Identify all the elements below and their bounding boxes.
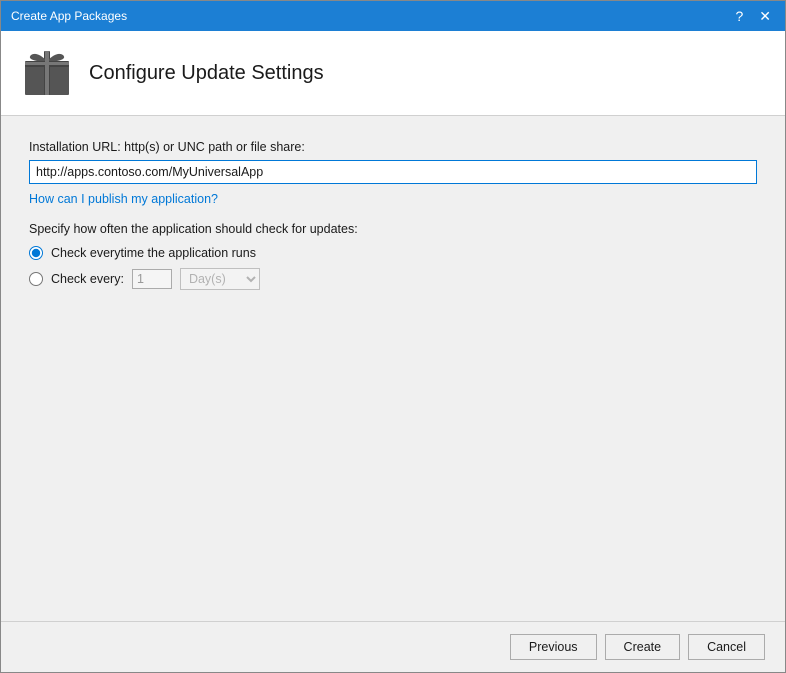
footer: Previous Create Cancel [1,621,785,672]
title-bar-controls: ? ✕ [731,7,775,25]
content-area: Installation URL: http(s) or UNC path or… [1,116,785,621]
help-link[interactable]: How can I publish my application? [29,192,218,206]
create-button[interactable]: Create [605,634,681,660]
radio-item-everytime: Check everytime the application runs [29,246,757,260]
url-input[interactable] [29,160,757,184]
radio-item-check-every: Check every: Day(s) Week(s) Month(s) [29,268,757,290]
title-bar: Create App Packages ? ✕ [1,1,785,31]
update-freq-label: Specify how often the application should… [29,222,757,236]
title-bar-text: Create App Packages [11,9,127,23]
previous-button[interactable]: Previous [510,634,597,660]
header-title: Configure Update Settings [89,62,324,85]
radio-everytime-label: Check everytime the application runs [51,246,256,260]
cancel-button[interactable]: Cancel [688,634,765,660]
radio-check-every-label: Check every: [51,272,124,286]
help-button[interactable]: ? [731,7,747,25]
check-every-input[interactable] [132,269,172,289]
radio-check-every[interactable] [29,272,43,286]
radio-everytime[interactable] [29,246,43,260]
period-dropdown[interactable]: Day(s) Week(s) Month(s) [180,268,260,290]
app-package-icon [21,47,73,99]
close-button[interactable]: ✕ [755,7,775,25]
dialog-window: Create App Packages ? ✕ Configure Update… [0,0,786,673]
url-label: Installation URL: http(s) or UNC path or… [29,140,757,154]
header-section: Configure Update Settings [1,31,785,116]
radio-group: Check everytime the application runs Che… [29,246,757,290]
